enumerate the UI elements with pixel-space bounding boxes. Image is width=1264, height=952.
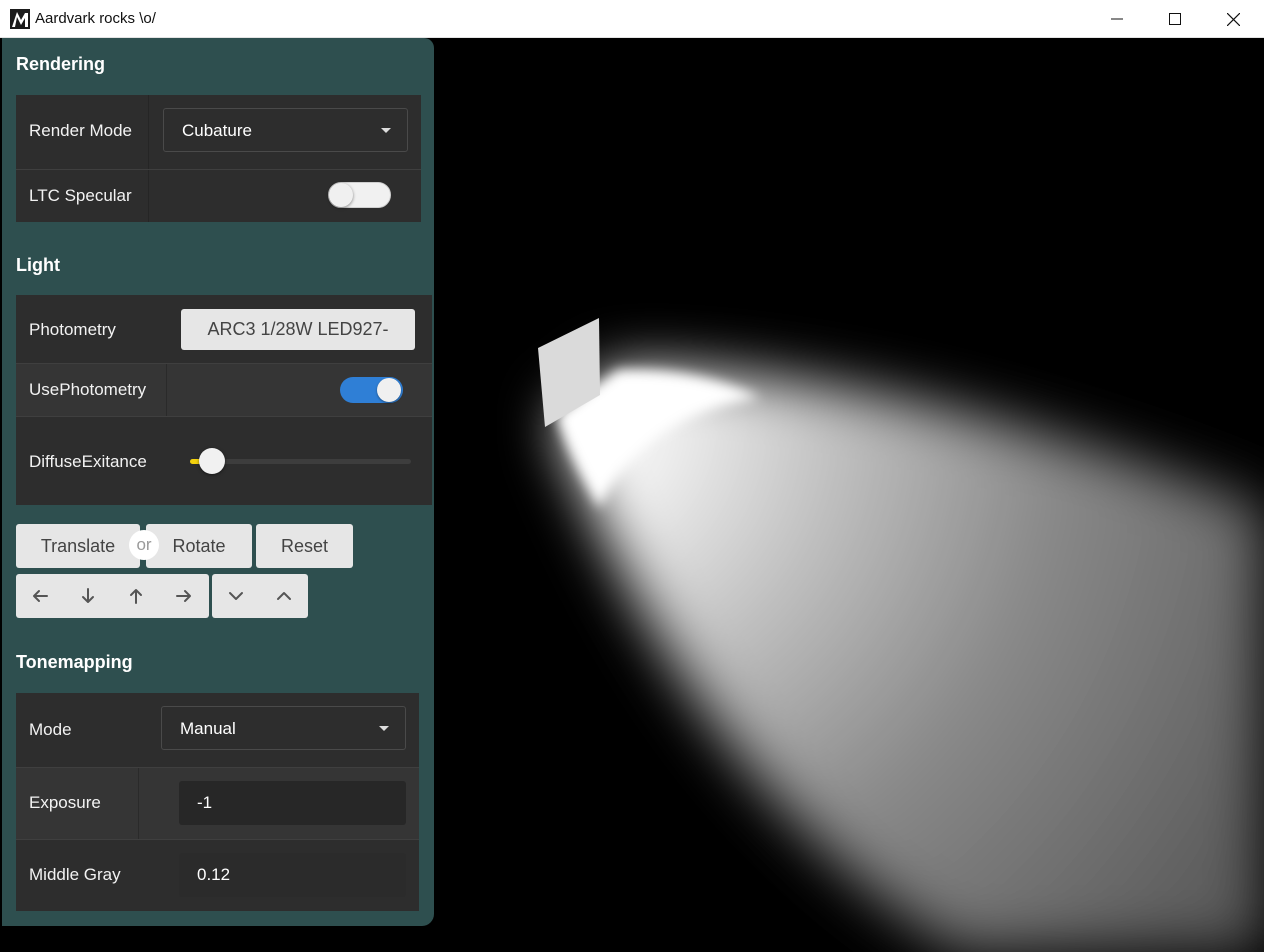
caret-down-icon bbox=[379, 726, 389, 731]
rotate-button[interactable]: Rotate bbox=[146, 524, 252, 568]
use-photometry-label: UsePhotometry bbox=[29, 380, 147, 399]
render-mode-value: Cubature bbox=[182, 121, 252, 140]
toggle-knob bbox=[377, 378, 401, 402]
settings-panel: Rendering Render Mode Cubature LTC Specu… bbox=[2, 38, 434, 926]
use-photometry-toggle[interactable] bbox=[340, 377, 403, 403]
light-group: Photometry ARC3 1/28W LED927- UsePhotome… bbox=[16, 295, 432, 505]
photometry-label: Photometry bbox=[29, 320, 116, 339]
move-right-button[interactable] bbox=[160, 574, 208, 618]
row-separator bbox=[16, 839, 419, 840]
photometry-file-button[interactable]: ARC3 1/28W LED927- bbox=[181, 309, 415, 350]
toggle-knob bbox=[329, 183, 353, 207]
window-title: Aardvark rocks \o/ bbox=[35, 10, 156, 27]
move-lower-button[interactable] bbox=[212, 574, 260, 618]
chevron-down-icon bbox=[229, 592, 243, 600]
middle-gray-input[interactable]: 0.12 bbox=[179, 853, 406, 897]
middle-gray-label: Middle Gray bbox=[29, 865, 121, 884]
arrow-up-icon bbox=[130, 589, 142, 604]
minimize-icon bbox=[1111, 18, 1123, 20]
diffuse-exitance-slider-handle[interactable] bbox=[199, 448, 226, 474]
exposure-input[interactable]: -1 bbox=[179, 781, 406, 825]
use-photometry-row: UsePhotometry bbox=[16, 364, 432, 416]
tonemapping-section-title: Tonemapping bbox=[16, 652, 133, 672]
rendering-section-title: Rendering bbox=[16, 54, 106, 74]
light-beam bbox=[555, 368, 1264, 952]
arrow-left-icon bbox=[33, 590, 48, 602]
middle-gray-value: 0.12 bbox=[197, 865, 231, 884]
move-left-button[interactable] bbox=[16, 574, 64, 618]
ltc-specular-toggle[interactable] bbox=[328, 182, 391, 208]
maximize-button[interactable] bbox=[1146, 0, 1204, 38]
move-buttons-group bbox=[16, 574, 209, 618]
mode-label: Mode bbox=[29, 720, 72, 739]
column-separator bbox=[138, 768, 139, 839]
render-mode-dropdown[interactable]: Cubature bbox=[163, 108, 408, 152]
translate-button[interactable]: Translate bbox=[16, 524, 140, 568]
arrow-down-icon bbox=[82, 588, 94, 603]
exposure-value: -1 bbox=[197, 793, 213, 812]
reset-button[interactable]: Reset bbox=[256, 524, 353, 568]
exposure-label: Exposure bbox=[29, 793, 101, 812]
diffuse-exitance-label: DiffuseExitance bbox=[29, 452, 147, 471]
move-down-button[interactable] bbox=[64, 574, 112, 618]
row-separator bbox=[16, 169, 421, 170]
tonemapping-mode-dropdown[interactable]: Manual bbox=[161, 706, 406, 750]
title-bar: Aardvark rocks \o/ bbox=[0, 0, 1264, 38]
column-separator bbox=[166, 364, 167, 416]
tonemapping-group: Mode Manual Exposure -1 Middle Gray 0.12 bbox=[16, 693, 419, 911]
close-button[interactable] bbox=[1204, 0, 1262, 38]
move-higher-button[interactable] bbox=[260, 574, 308, 618]
exposure-row: Exposure -1 bbox=[16, 768, 419, 839]
ltc-specular-label: LTC Specular bbox=[29, 186, 132, 205]
arrow-right-icon bbox=[176, 590, 191, 602]
close-icon bbox=[1226, 12, 1240, 26]
column-separator bbox=[148, 95, 149, 222]
render-mode-label: Render Mode bbox=[29, 121, 133, 140]
move-up-button[interactable] bbox=[112, 574, 160, 618]
tonemapping-mode-value: Manual bbox=[180, 719, 236, 738]
or-badge: or bbox=[129, 530, 159, 560]
minimize-button[interactable] bbox=[1088, 0, 1146, 38]
light-section-title: Light bbox=[16, 255, 60, 275]
maximize-icon bbox=[1169, 13, 1181, 25]
row-separator bbox=[16, 416, 432, 417]
vertical-buttons-group bbox=[212, 574, 308, 618]
rendering-group: Render Mode Cubature LTC Specular bbox=[16, 95, 421, 222]
caret-down-icon bbox=[381, 128, 391, 133]
chevron-up-icon bbox=[277, 592, 291, 600]
app-logo-icon bbox=[10, 9, 30, 29]
